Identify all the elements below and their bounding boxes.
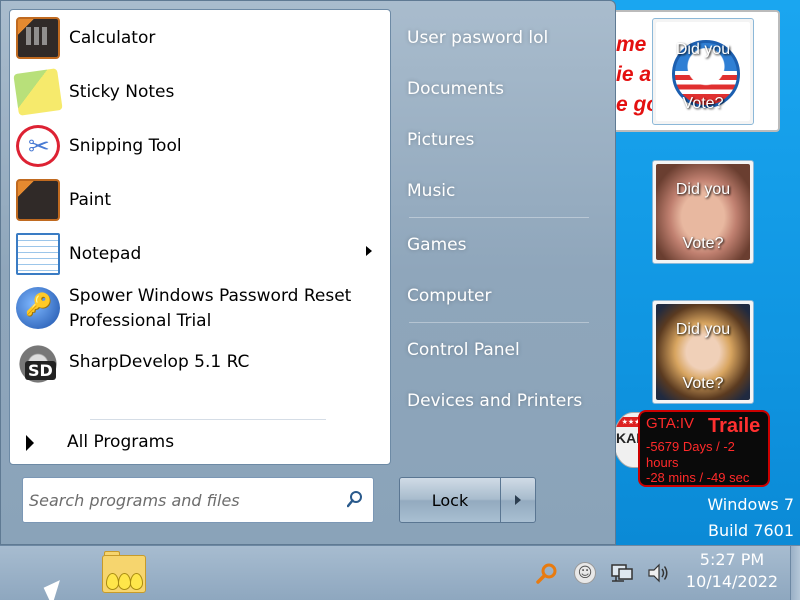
egg-icon — [130, 573, 143, 590]
calculator-icon — [16, 17, 60, 59]
vote-gadget-mccain[interactable]: Did you Vote? — [652, 160, 754, 264]
snipping-tool-icon — [16, 125, 60, 167]
gta-title: GTA:IV — [646, 415, 695, 432]
key-icon — [16, 287, 60, 329]
program-label: Snipping Tool — [69, 136, 182, 156]
program-label: Spower Windows Password Reset — [69, 286, 352, 306]
gadget-text: Did you — [675, 41, 731, 58]
windows-build-watermark: Windows 7 Build 7601 — [707, 492, 794, 544]
show-desktop-button[interactable] — [790, 546, 800, 600]
search-input[interactable] — [29, 486, 339, 514]
arrow-right-icon — [515, 495, 521, 505]
program-label: Notepad — [69, 244, 142, 264]
taskbar-clock[interactable]: 5:27 PM 10/14/2022 — [682, 549, 782, 593]
gadget-text: Vote? — [682, 95, 724, 112]
gta-countdown-line: -28 mins / -49 sec — [646, 470, 750, 485]
notepad-icon — [16, 233, 60, 275]
paint-icon — [16, 179, 60, 221]
vote-gadget-hillary[interactable]: Did you Vote? — [652, 300, 754, 404]
clock-time: 5:27 PM — [699, 550, 765, 569]
all-programs-button[interactable]: All Programs — [12, 428, 388, 458]
gadget-text: Did you — [675, 181, 731, 198]
program-label: Paint — [69, 190, 112, 210]
search-icon[interactable] — [536, 562, 558, 584]
program-label: SharpDevelop 5.1 RC — [69, 352, 250, 372]
taskbar — [0, 545, 800, 600]
start-right-music[interactable]: Music — [393, 169, 603, 213]
all-programs-label: All Programs — [67, 432, 175, 452]
jump-list-arrow-icon[interactable] — [366, 246, 372, 256]
gta-trailer-label: Traile — [708, 415, 761, 437]
gadget-text: Vote? — [682, 235, 724, 252]
divider — [409, 322, 589, 323]
sharpdevelop-icon — [16, 343, 60, 385]
gta-countdown-line: hours — [646, 455, 679, 470]
gadget-text: Vote? — [682, 375, 724, 392]
gadget-text: Did you — [675, 321, 731, 338]
start-right-pictures[interactable]: Pictures — [393, 118, 603, 162]
program-paint[interactable]: Paint — [12, 174, 388, 226]
shutdown-options-button[interactable] — [500, 477, 536, 523]
start-menu: Calculator Sticky Notes Snipping Tool Pa… — [0, 0, 616, 545]
programs-pane: Calculator Sticky Notes Snipping Tool Pa… — [9, 9, 391, 465]
arrow-right-icon — [26, 435, 34, 451]
program-sharpdevelop[interactable]: SharpDevelop 5.1 RC — [12, 338, 388, 390]
gta-countdown-gadget[interactable]: GTA:IV Traile -5679 Days / -2 hours -28 … — [638, 410, 770, 487]
program-label: Professional Trial — [69, 311, 212, 331]
program-sticky-notes[interactable]: Sticky Notes — [12, 66, 388, 118]
lock-button[interactable]: Lock — [399, 477, 501, 523]
divider — [409, 217, 589, 218]
clock-date: 10/14/2022 — [685, 572, 779, 591]
search-box[interactable] — [22, 477, 374, 523]
watermark-line: Windows 7 — [707, 495, 794, 514]
sticky-notes-icon — [13, 68, 63, 116]
start-right-user[interactable]: User pasword lol — [393, 16, 603, 60]
search-icon[interactable] — [347, 490, 363, 510]
start-right-documents[interactable]: Documents — [393, 67, 603, 111]
program-notepad[interactable]: Notepad — [12, 228, 388, 280]
start-right-control-panel[interactable]: Control Panel — [393, 328, 603, 372]
program-spower-password-reset[interactable]: Spower Windows Password Reset Profession… — [12, 282, 388, 340]
gta-countdown-line: -5679 Days / -2 — [646, 439, 735, 454]
program-calculator[interactable]: Calculator — [12, 12, 388, 64]
start-right-games[interactable]: Games — [393, 223, 603, 267]
start-right-computer[interactable]: Computer — [393, 274, 603, 318]
start-right-devices-printers[interactable]: Devices and Printers — [393, 379, 603, 423]
taskbar-explorer-button[interactable] — [100, 551, 148, 597]
volume-icon[interactable] — [646, 562, 670, 584]
program-snipping-tool[interactable]: Snipping Tool — [12, 120, 388, 172]
program-label: Sticky Notes — [69, 82, 175, 102]
network-icon[interactable] — [610, 562, 634, 584]
divider — [90, 419, 326, 420]
smiley-icon[interactable]: ☺ — [574, 562, 596, 584]
program-label: Calculator — [69, 28, 156, 48]
watermark-line: Build 7601 — [708, 521, 794, 540]
vote-gadget-obama[interactable]: Did you Vote? — [652, 18, 754, 125]
